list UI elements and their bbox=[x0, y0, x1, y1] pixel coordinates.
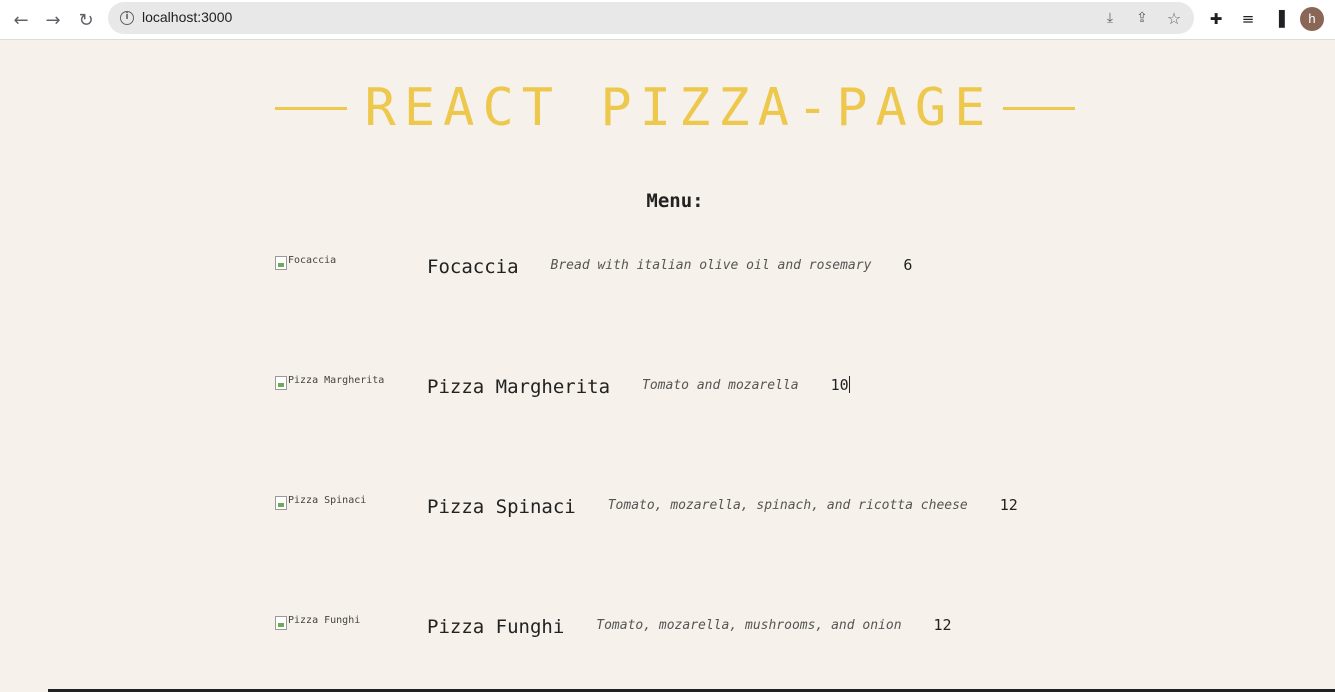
item-description: Bread with italian olive oil and rosemar… bbox=[550, 258, 872, 273]
menu-item: Pizza Funghi Pizza Funghi Tomato, mozare… bbox=[275, 615, 1175, 655]
item-info: Focaccia Bread with italian olive oil an… bbox=[427, 256, 912, 278]
item-price: 10 bbox=[831, 376, 850, 394]
item-name: Focaccia bbox=[427, 256, 519, 278]
item-info: Pizza Margherita Tomato and mozarella 10 bbox=[427, 376, 850, 398]
page-title: REACT PIZZA-PAGE bbox=[275, 78, 1075, 138]
item-name: Pizza Margherita bbox=[427, 376, 611, 398]
extensions-puzzle-icon[interactable]: ✚ bbox=[1205, 8, 1227, 30]
broken-image-icon bbox=[275, 496, 287, 510]
item-price: 6 bbox=[903, 256, 913, 274]
reload-icon[interactable]: ↻ bbox=[73, 7, 99, 33]
item-price: 12 bbox=[999, 496, 1018, 514]
back-arrow-icon[interactable]: ← bbox=[8, 7, 34, 33]
pizza-image-broken: Pizza Funghi bbox=[275, 615, 361, 630]
item-description: Tomato, mozarella, spinach, and ricotta … bbox=[607, 498, 968, 513]
url-text[interactable]: localhost:3000 bbox=[142, 9, 232, 25]
image-alt-text: Pizza Spinaci bbox=[288, 495, 367, 506]
address-bar[interactable]: i localhost:3000 ⤓ ⇪ ☆ bbox=[108, 2, 1194, 34]
media-control-icon[interactable]: ≡ bbox=[1237, 8, 1259, 30]
image-alt-text: Pizza Margherita bbox=[288, 375, 385, 386]
broken-image-icon bbox=[275, 376, 287, 390]
item-name: Pizza Funghi bbox=[427, 616, 565, 638]
forward-arrow-icon[interactable]: → bbox=[40, 7, 66, 33]
item-info: Pizza Spinaci Tomato, mozarella, spinach… bbox=[427, 496, 1018, 518]
pizza-image-broken: Pizza Spinaci bbox=[275, 495, 367, 510]
page-title-text: REACT PIZZA-PAGE bbox=[364, 78, 994, 138]
item-info: Pizza Funghi Tomato, mozarella, mushroom… bbox=[427, 616, 952, 638]
site-info-icon[interactable]: i bbox=[120, 11, 134, 25]
install-app-icon[interactable]: ⤓ bbox=[1100, 8, 1120, 28]
item-price-value: 10 bbox=[830, 376, 849, 394]
item-name: Pizza Spinaci bbox=[427, 496, 576, 518]
title-right-rule bbox=[1003, 106, 1075, 110]
broken-image-icon bbox=[275, 256, 287, 270]
menu-item: Pizza Spinaci Pizza Spinaci Tomato, moza… bbox=[275, 495, 1175, 535]
pizza-image-broken: Focaccia bbox=[275, 255, 337, 270]
browser-toolbar: ← → ↻ i localhost:3000 ⤓ ⇪ ☆ ✚ ≡ ▐ h bbox=[0, 0, 1335, 40]
menu-item: Pizza Margherita Pizza Margherita Tomato… bbox=[275, 375, 1175, 415]
share-icon[interactable]: ⇪ bbox=[1132, 8, 1152, 28]
image-alt-text: Focaccia bbox=[288, 255, 337, 266]
item-price: 12 bbox=[933, 616, 952, 634]
menu-heading: Menu: bbox=[646, 190, 704, 212]
profile-avatar[interactable]: h bbox=[1300, 7, 1324, 31]
pizza-image-broken: Pizza Margherita bbox=[275, 375, 385, 390]
image-alt-text: Pizza Funghi bbox=[288, 615, 361, 626]
broken-image-icon bbox=[275, 616, 287, 630]
menu-item: Focaccia Focaccia Bread with italian oli… bbox=[275, 255, 1175, 295]
text-cursor bbox=[848, 376, 850, 393]
item-description: Tomato, mozarella, mushrooms, and onion bbox=[596, 618, 902, 633]
bookmark-star-icon[interactable]: ☆ bbox=[1164, 8, 1184, 28]
title-left-rule bbox=[275, 106, 347, 110]
side-panel-icon[interactable]: ▐ bbox=[1268, 8, 1290, 30]
item-description: Tomato and mozarella bbox=[642, 378, 799, 393]
